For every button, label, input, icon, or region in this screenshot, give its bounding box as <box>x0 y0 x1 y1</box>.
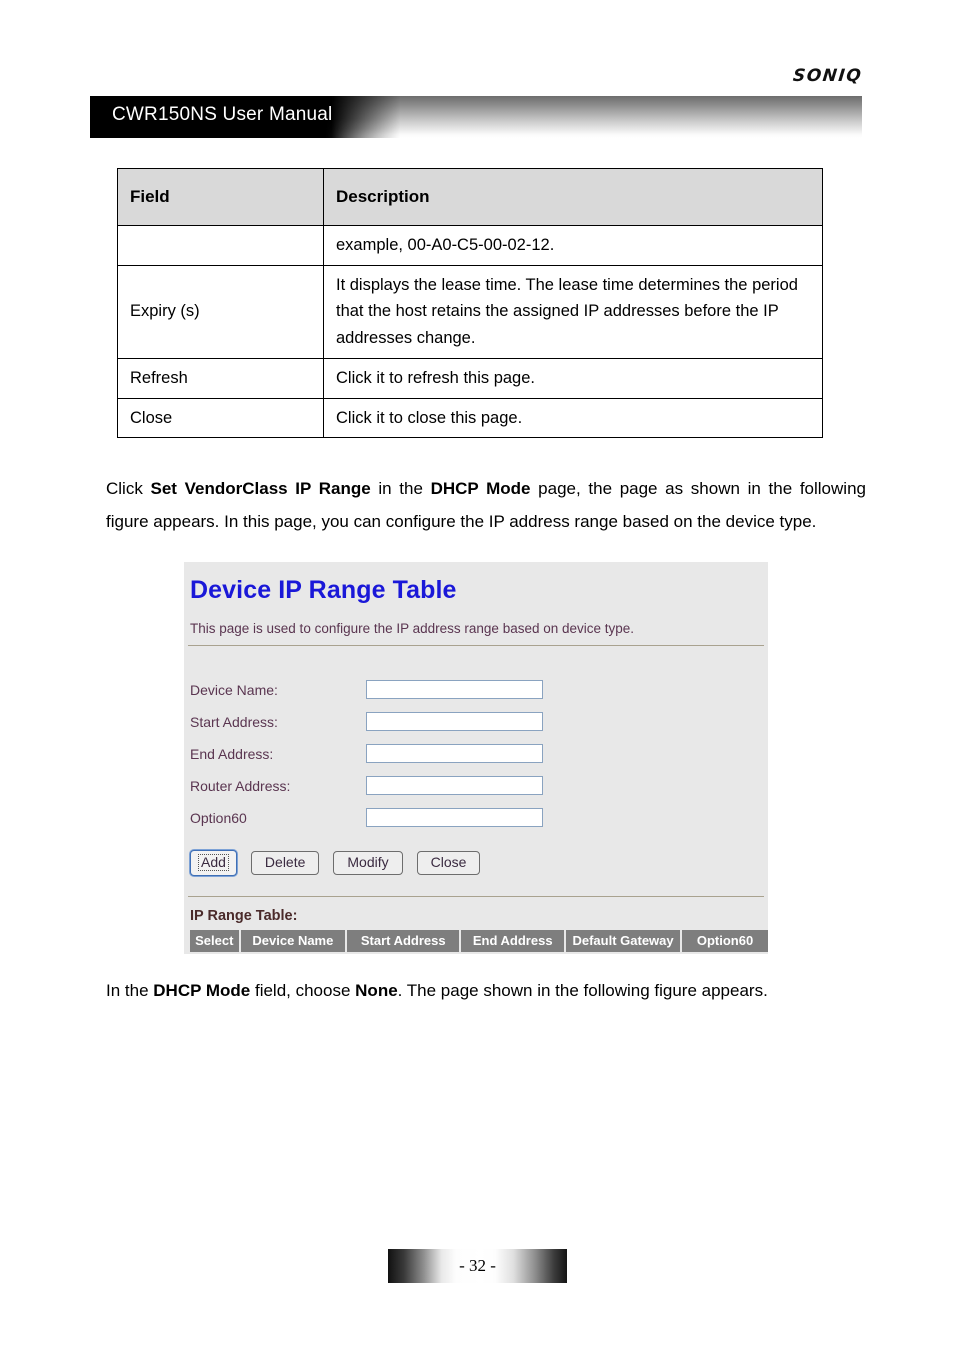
column-header-device-name: Device Name <box>240 929 346 952</box>
table-row: Close Click it to close this page. <box>117 397 823 439</box>
table-row: example, 00-A0-C5-00-02-12. <box>117 225 823 266</box>
para2-bold-dhcp-mode: DHCP Mode <box>153 980 251 1000</box>
table-row: Refresh Click it to refresh this page. <box>117 357 823 399</box>
label-router-address: Router Address: <box>190 777 291 794</box>
form-row-router-address: Router Address: <box>190 770 768 802</box>
para1-bold-dhcp-mode: DHCP Mode <box>430 479 531 499</box>
label-option60: Option60 <box>190 809 247 826</box>
para2-text-d: . The page shown in the following figure… <box>397 980 768 1000</box>
para1-text-a: Click <box>106 479 151 499</box>
ip-range-table-caption: IP Range Table: <box>190 907 298 924</box>
cell-description: example, 00-A0-C5-00-02-12. <box>323 225 823 266</box>
close-button[interactable]: Close <box>416 850 481 875</box>
table-row: Expiry (s) It displays the lease time. T… <box>117 264 823 359</box>
page-number: - 32 - <box>459 1256 496 1275</box>
manual-title: CWR150NS User Manual <box>112 104 333 125</box>
cell-field <box>117 225 324 266</box>
para2-text-c: field, choose <box>250 980 356 1000</box>
ui-button-row: Add Delete Modify Close <box>184 834 768 876</box>
label-device-name: Device Name: <box>190 681 278 698</box>
header-banner: CWR150NS User Manual <box>90 96 862 138</box>
modify-button[interactable]: Modify <box>333 850 403 875</box>
column-header-select: Select <box>190 929 239 952</box>
page-content: Field Description example, 00-A0-C5-00-0… <box>0 168 954 1007</box>
add-button-label: Add <box>198 853 229 871</box>
column-header-default-gateway: Default Gateway <box>566 929 681 952</box>
ui-page-title: Device IP Range Table <box>190 575 457 604</box>
form-row-device-name: Device Name: <box>190 674 768 706</box>
column-header-description: Description <box>323 168 823 226</box>
para1-text-c: in the <box>370 479 431 499</box>
page-footer: - 32 - <box>0 1249 954 1285</box>
input-router-address[interactable] <box>366 776 543 796</box>
cell-description: Click it to close this page. <box>323 397 823 439</box>
column-header-end-address: End Address <box>461 929 565 952</box>
paragraph-dhcp-mode-none: In the DHCP Mode field, choose None. The… <box>106 974 866 1007</box>
paragraph-set-vendorclass: Click Set VendorClass IP Range in the DH… <box>106 472 866 538</box>
cell-description: Click it to refresh this page. <box>323 357 823 399</box>
cell-description: It displays the lease time. The lease ti… <box>323 264 823 359</box>
form-row-option60: Option60 <box>190 802 768 834</box>
column-header-start-address: Start Address <box>347 929 460 952</box>
add-button[interactable]: Add <box>190 849 237 876</box>
table-header-row: Field Description <box>117 168 823 226</box>
column-header-field: Field <box>117 168 324 226</box>
ip-range-table-header: Select Device Name Start Address End Add… <box>184 924 768 952</box>
para2-text-a: In the <box>106 980 154 1000</box>
column-header-option60: Option60 <box>682 929 768 952</box>
cell-field: Close <box>117 397 324 439</box>
input-end-address[interactable] <box>366 744 543 764</box>
ui-form: Device Name: Start Address: End Address:… <box>184 646 768 834</box>
page-header: SONIQ CWR150NS User Manual <box>0 0 954 140</box>
field-description-table: Field Description example, 00-A0-C5-00-0… <box>117 168 823 439</box>
label-start-address: Start Address: <box>190 713 278 730</box>
input-device-name[interactable] <box>366 680 543 700</box>
para1-bold-set-vendorclass-ip-range: Set VendorClass IP Range <box>150 479 371 499</box>
form-row-end-address: End Address: <box>190 738 768 770</box>
ui-page-subtitle: This page is used to configure the IP ad… <box>190 620 635 636</box>
input-start-address[interactable] <box>366 712 543 732</box>
soniq-logo: SONIQ <box>791 66 864 86</box>
cell-field: Refresh <box>117 357 324 399</box>
input-option60[interactable] <box>366 808 543 828</box>
device-ip-range-table-screenshot: Device IP Range Table This page is used … <box>184 561 768 954</box>
cell-field: Expiry (s) <box>117 264 324 359</box>
form-row-start-address: Start Address: <box>190 706 768 738</box>
para2-bold-none: None <box>355 980 398 1000</box>
label-end-address: End Address: <box>190 745 274 762</box>
delete-button[interactable]: Delete <box>250 850 320 875</box>
